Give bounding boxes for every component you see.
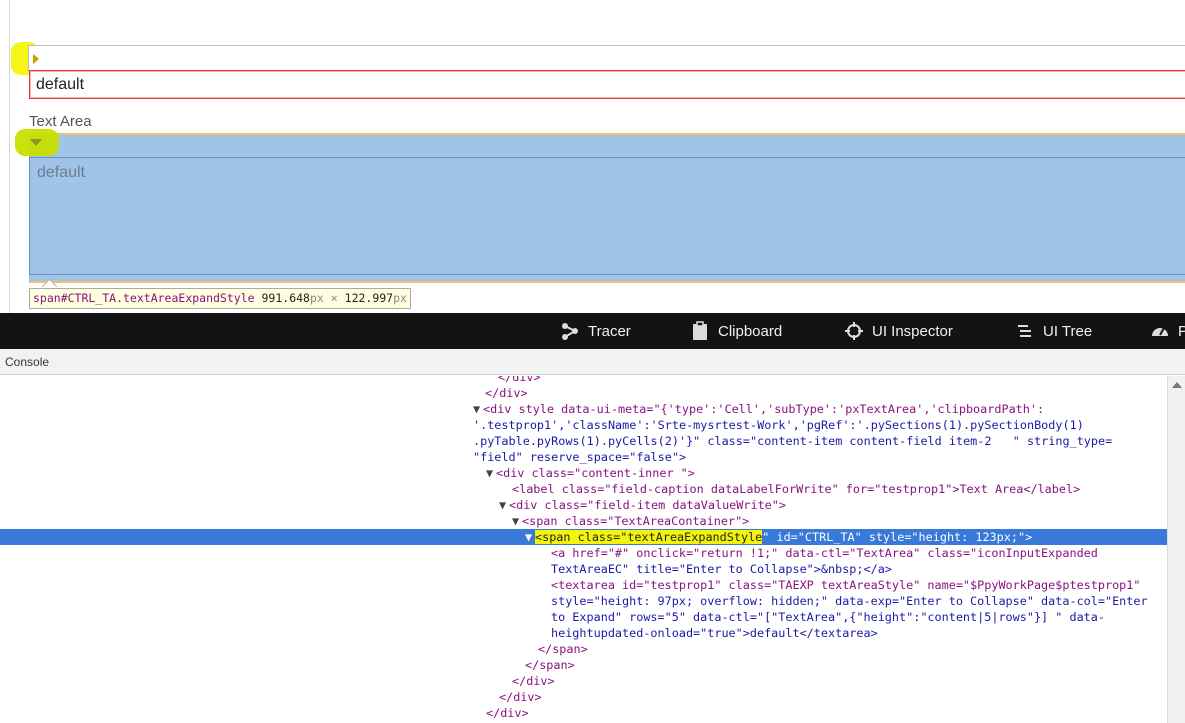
toolbar-ui-inspector-label: UI Inspector	[872, 322, 953, 340]
dom-line-text: </div>	[499, 690, 542, 704]
dom-line-selected[interactable]: ▼ <span class="textAreaExpandStyle" id="C…	[0, 529, 1167, 545]
dom-line[interactable]: </span>	[0, 641, 1167, 657]
dom-line: '.testprop1','className':'Srte-mysrtest-…	[0, 417, 1167, 433]
inspector-tooltip: span#CTRL_TA.textAreaExpandStyle 991.648…	[29, 288, 411, 309]
dom-line-text: .pyTable.pyRows(1).pyCells(2)'}" class="…	[473, 434, 1113, 448]
toolbar-ui-tree[interactable]: UI Tree	[1015, 313, 1092, 349]
expand-triangle-icon[interactable]: ▼	[525, 529, 535, 545]
toolbar-clipboard-label: Clipboard	[718, 322, 783, 340]
toolbar-ui-tree-label: UI Tree	[1043, 322, 1093, 340]
tooltip-selector: span#CTRL_TA.textAreaExpandStyle	[33, 291, 255, 305]
dom-line[interactable]: <label class="field-caption dataLabelFor…	[0, 481, 1167, 497]
dom-line[interactable]: </div>	[0, 689, 1167, 705]
crosshair-icon	[845, 322, 863, 340]
dom-line[interactable]: </span>	[0, 657, 1167, 673]
console-header: Console	[0, 349, 1185, 375]
dom-line: TextAreaEC" title="Enter to Collapse">&n…	[0, 561, 1167, 577]
dom-line[interactable]: </div>	[0, 673, 1167, 689]
dom-line: "field" reserve_space="false">	[0, 449, 1167, 465]
collapsed-textarea-header	[28, 45, 1185, 72]
textarea-label: Text Area	[29, 113, 92, 130]
tooltip-height: 122.997	[344, 291, 394, 305]
dom-line[interactable]: </div>	[0, 385, 1167, 401]
dom-line: style="height: 97px; overflow: hidden;" …	[0, 593, 1167, 609]
left-divider	[9, 0, 10, 313]
dom-line-text: '.testprop1','className':'Srte-mysrtest-…	[473, 418, 1084, 432]
dom-line-text: </div>	[485, 386, 528, 400]
dom-line[interactable]: </div>	[0, 705, 1167, 721]
dom-line: to Expand" rows="5" data-ctl="["TextArea…	[0, 609, 1167, 625]
form-preview: default Text Area default span#CTRL_TA.t…	[0, 0, 1185, 313]
console-title: Console	[5, 355, 50, 369]
dom-line-text: TextAreaEC" title="Enter to Collapse">&n…	[551, 562, 892, 576]
tooltip-width: 991.648	[261, 291, 310, 305]
dom-line-text: </div>	[512, 674, 555, 688]
gauge-icon	[1152, 327, 1168, 336]
toolbar-performance-label: P	[1178, 322, 1185, 340]
dom-line[interactable]: <textarea id="testprop1" class="TAEXP te…	[0, 577, 1167, 593]
devtools-toolbar: Tracer Clipboard UI Inspector UI Tree P	[0, 313, 1185, 349]
dom-line[interactable]: <a href="#" onclick="return !1;" data-ct…	[0, 545, 1167, 561]
tree-icon	[1018, 325, 1031, 337]
scroll-up-icon[interactable]	[1172, 382, 1182, 388]
tooltip-height-unit: px	[393, 291, 407, 305]
dom-line-text: </span>	[525, 658, 575, 672]
text-input-field[interactable]: default	[29, 70, 1185, 99]
dom-line-text: <div class="field-item dataValueWrite">	[509, 498, 786, 512]
dom-line-text: "field" reserve_space="false">	[473, 450, 687, 464]
dom-line-text: <span class="TextAreaContainer">	[522, 514, 750, 528]
tooltip-width-unit: px	[309, 291, 324, 305]
dom-line-text: </div>	[498, 376, 541, 384]
dom-line-text: <a href="#" onclick="return !1;" data-ct…	[551, 546, 1098, 560]
dom-line[interactable]: ▼ <div class="content-inner ">	[0, 465, 1167, 481]
dom-line[interactable]: ▼ <span class="TextAreaContainer">	[0, 513, 1167, 529]
tooltip-times: ×	[330, 291, 338, 305]
textarea-field[interactable]: default	[29, 157, 1185, 275]
dom-line: .pyTable.pyRows(1).pyCells(2)'}" class="…	[0, 433, 1167, 449]
tracer-icon	[562, 323, 578, 340]
dom-line-text: heightupdated-onload="true">default</tex…	[551, 626, 878, 640]
console-scrollbar[interactable]	[1167, 376, 1185, 723]
expand-triangle-icon[interactable]: ▼	[499, 497, 509, 513]
dom-line-text: style="height: 97px; overflow: hidden;" …	[551, 594, 1148, 608]
toolbar-ui-inspector[interactable]: UI Inspector	[844, 313, 953, 349]
collapse-arrow-icon[interactable]	[30, 139, 42, 146]
dom-line[interactable]: ▼ <div class="field-item dataValueWrite">	[0, 497, 1167, 513]
dom-line: heightupdated-onload="true">default</tex…	[0, 625, 1167, 641]
dom-line-text: <label class="field-caption dataLabelFor…	[512, 482, 1081, 496]
clipboard-icon	[693, 321, 707, 340]
dom-line-text: to Expand" rows="5" data-ctl="["TextArea…	[551, 610, 1105, 624]
expand-triangle-icon[interactable]: ▼	[512, 513, 522, 529]
dom-tree: </div> </div> ▼ <div style data-ui-meta="…	[0, 376, 1167, 723]
toolbar-tracer[interactable]: Tracer	[560, 313, 631, 349]
selected-highlight: <span class="textAreaExpandStyle	[535, 530, 763, 544]
dom-line[interactable]: ▼ <div style data-ui-meta="{'type':'Cell'…	[0, 401, 1167, 417]
dom-line[interactable]: </div>	[0, 376, 1167, 385]
dom-line-text: <textarea id="testprop1" class="TAEXP te…	[551, 578, 1141, 592]
toolbar-performance[interactable]: P	[1150, 313, 1185, 349]
toolbar-clipboard[interactable]: Clipboard	[690, 313, 782, 349]
dom-line-text: </span>	[538, 642, 588, 656]
toolbar-tracer-label: Tracer	[588, 322, 631, 340]
expand-arrow-icon[interactable]	[33, 54, 39, 64]
dom-line-text: </div>	[486, 706, 529, 720]
dom-line-text: <div class="content-inner ">	[496, 466, 695, 480]
dom-line-text: " id="CTRL_TA" style="height: 123px;">	[762, 530, 1033, 544]
expand-triangle-icon[interactable]: ▼	[473, 401, 483, 417]
dom-line-text: <div style data-ui-meta="{'type':'Cell',…	[483, 402, 1045, 416]
expand-triangle-icon[interactable]: ▼	[486, 465, 496, 481]
